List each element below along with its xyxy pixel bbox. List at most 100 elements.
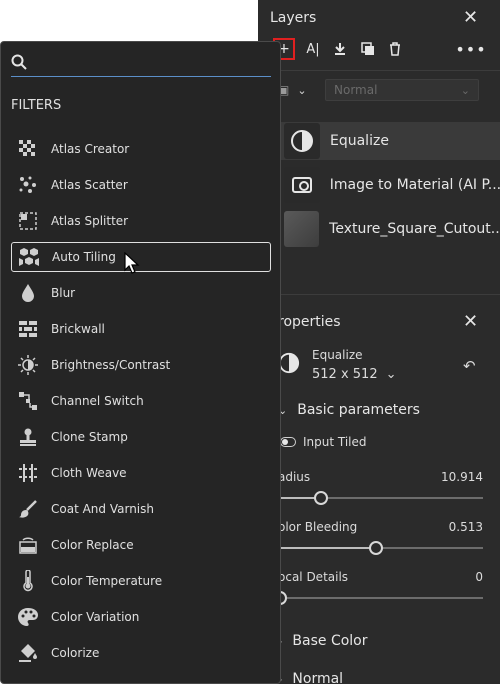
layers-title: Layers [270,10,317,26]
chevron-down-icon: ⌄ [385,367,397,382]
close-icon[interactable]: ✕ [463,313,478,331]
paint-bucket-icon [17,642,39,664]
layer-thumbnail [284,123,320,159]
filter-item-colorize[interactable]: Colorize [11,638,271,668]
color-replace-icon [17,534,39,556]
resolution-dropdown[interactable]: 512 x 512 ⌄ [312,367,397,382]
text-layer-button[interactable]: A| [303,39,323,59]
drop-icon [17,282,39,304]
layer-item-texture[interactable]: Texture_Square_Cutout... [278,210,500,248]
filter-item-coat-and-varnish[interactable]: Coat And Varnish [11,494,271,524]
blend-mode-value: Normal [334,83,378,97]
filter-item-color-temperature[interactable]: Color Temperature [11,566,271,596]
filter-item-auto-tiling[interactable]: Auto Tiling [11,242,271,272]
sun-icon [17,354,39,376]
divider [258,294,500,295]
filter-item-atlas-scatter[interactable]: Atlas Scatter [11,170,271,200]
layers-panel: Layers ✕ + A| ••• ▣ ⌄ Normal ⌄ Equalize [258,0,500,687]
hex-tiles-icon [18,246,40,268]
filter-item-color-replace[interactable]: Color Replace [11,530,271,560]
filter-label: Color Replace [51,538,134,552]
layer-thumbnail [284,167,320,203]
filter-label: Coat And Varnish [51,502,154,516]
slider-knob[interactable] [314,491,328,505]
layer-mask-dropdown[interactable]: ▣ ⌄ [278,80,314,100]
palette-icon [17,606,39,628]
blend-mode-select[interactable]: Normal ⌄ [325,79,479,101]
chevron-down-icon: ⌄ [297,83,307,97]
filter-name: Equalize [312,348,363,362]
brush-icon [17,498,39,520]
filter-popup: FILTERS Atlas Creator Atlas Scatter Atlas … [0,41,281,684]
trash-icon [390,42,400,56]
filters-heading: FILTERS [11,98,62,113]
param-value[interactable]: 0.513 [449,520,483,534]
filter-item-atlas-creator[interactable]: Atlas Creator [11,134,271,164]
filter-item-color-variation[interactable]: Color Variation [11,602,271,632]
more-options-button[interactable]: ••• [455,39,485,59]
stamp-icon [17,426,39,448]
filter-label: Cloth Weave [51,466,127,480]
duplicate-layer-button[interactable] [358,39,378,59]
layer-name: Texture_Square_Cutout... [329,221,500,237]
filter-label: Brickwall [51,322,105,336]
filter-thumbnail [278,348,302,378]
param-value[interactable]: 0 [475,570,483,584]
divider [258,70,500,71]
properties-title: roperties [278,314,341,330]
chevron-down-icon: ⌄ [460,83,470,97]
section-title: Normal [292,671,344,687]
filter-item-blur[interactable]: Blur [11,278,271,308]
search-input[interactable] [35,52,269,74]
more-icon: ••• [455,39,487,59]
filter-label: Brightness/Contrast [51,358,171,372]
delete-layer-button[interactable] [385,39,405,59]
layer-name: Equalize [330,133,389,149]
input-tiled-toggle[interactable] [280,437,296,447]
slider-fill [278,497,319,499]
equalize-icon [278,352,300,374]
filter-item-channel-switch[interactable]: Channel Switch [11,386,271,416]
filter-label: Colorize [51,646,100,660]
filter-label: Auto Tiling [52,250,116,264]
brick-icon [17,318,39,340]
filter-label: Channel Switch [51,394,144,408]
section-title: Basic parameters [297,402,420,418]
thermometer-icon [17,570,39,592]
section-base-color[interactable]: › Base Color [278,633,368,649]
section-normal[interactable]: › Normal [278,671,343,687]
layer-item-image-to-material[interactable]: Image to Material (AI P... [278,166,500,204]
merge-down-icon [335,43,345,55]
slider-knob[interactable] [369,541,384,555]
duplicate-icon [361,42,374,55]
text-cursor-icon: A| [306,41,320,57]
filter-item-atlas-splitter[interactable]: Atlas Splitter [11,206,271,236]
filter-label: Atlas Creator [51,142,130,156]
resolution-value: 512 x 512 [312,367,378,382]
filter-label: Color Variation [51,610,140,624]
filter-label: Blur [51,286,76,300]
param-value[interactable]: 10.914 [441,470,483,484]
slider-track[interactable] [278,597,483,599]
filter-item-cloth-weave[interactable]: Cloth Weave [11,458,271,488]
scatter-dots-icon [17,174,39,196]
filter-item-brightness-contrast[interactable]: Brightness/Contrast [11,350,271,380]
layer-item-equalize[interactable]: Equalize [278,122,500,160]
reset-button[interactable]: ↶ [463,357,476,375]
filter-label: Color Temperature [51,574,163,588]
mouse-cursor-icon [124,252,140,274]
slider-fill [278,547,375,549]
section-basic-parameters[interactable]: ⌄ Basic parameters [278,402,420,418]
search-row [11,50,271,77]
channel-switch-icon [17,390,39,412]
filter-label: Atlas Splitter [51,214,129,228]
merge-down-button[interactable] [330,39,350,59]
filter-item-clone-stamp[interactable]: Clone Stamp [11,422,271,452]
undo-icon: ↶ [463,357,476,375]
search-icon [11,54,27,70]
close-icon[interactable]: ✕ [463,9,478,27]
image-to-material-icon [291,177,312,193]
splitter-icon [17,210,39,232]
filter-item-brickwall[interactable]: Brickwall [11,314,271,344]
filter-label: Clone Stamp [51,430,128,444]
